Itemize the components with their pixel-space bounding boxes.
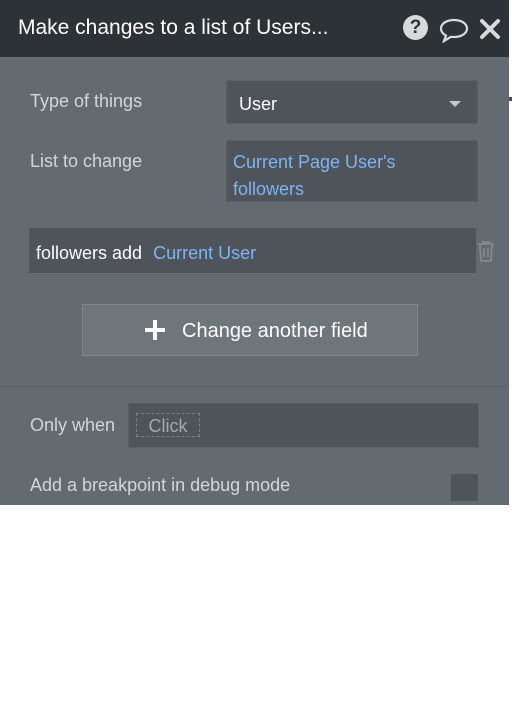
trash-icon[interactable] [476, 240, 496, 263]
list-to-change-expression[interactable]: Current Page User's followers [226, 140, 478, 202]
only-when-label: Only when [30, 415, 116, 435]
section-divider [0, 386, 509, 387]
type-of-things-value: User [239, 94, 278, 114]
chevron-down-icon [449, 101, 461, 107]
list-to-change-label: List to change [30, 151, 143, 171]
type-of-things-label: Type of things [30, 91, 143, 111]
only-when-placeholder: Click [136, 413, 200, 437]
comment-icon[interactable] [439, 17, 469, 43]
breakpoint-label: Add a breakpoint in debug mode [30, 475, 291, 495]
panel-header: Make changes to a list of Users... ? [0, 0, 509, 57]
panel-title: Make changes to a list of Users... [18, 16, 329, 39]
change-another-field-label: Change another field [182, 320, 368, 342]
close-icon[interactable] [478, 17, 502, 41]
only-when-condition-field[interactable]: Click [128, 403, 479, 448]
list-to-change-line-1: Current Page User's [233, 152, 396, 172]
field-change-value[interactable]: Current User [153, 243, 256, 263]
help-icon[interactable]: ? [403, 15, 428, 40]
type-of-things-dropdown[interactable]: User [226, 80, 478, 124]
field-change-text: followers add Current User [36, 240, 256, 267]
field-operation: followers add [36, 243, 143, 263]
list-to-change-line-2: followers [233, 179, 305, 199]
field-change-row[interactable]: followers add Current User [29, 228, 476, 273]
change-another-field-button[interactable]: Change another field [82, 304, 418, 356]
plus-icon [145, 320, 165, 340]
action-panel: Make changes to a list of Users... ? Typ… [0, 0, 509, 505]
breakpoint-checkbox[interactable] [451, 474, 478, 501]
